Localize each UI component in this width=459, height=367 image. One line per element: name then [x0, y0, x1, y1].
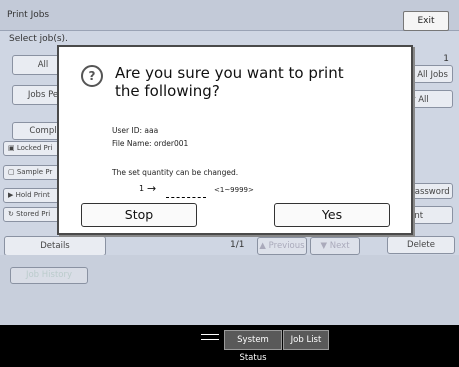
- sample-print-label: Sample Pr: [16, 168, 53, 176]
- stop-button[interactable]: Stop: [81, 203, 197, 227]
- system-status-button[interactable]: System Status: [224, 330, 282, 363]
- job-count: 1: [443, 54, 449, 64]
- select-jobs-label: Select job(s).: [9, 34, 68, 44]
- confirm-print-dialog: ? Are you sure you want to print the fol…: [57, 45, 413, 235]
- exit-button[interactable]: Exit: [403, 11, 449, 31]
- job-history-button[interactable]: Job History: [10, 267, 88, 284]
- stored-print-label: Stored Pri: [16, 210, 51, 218]
- quantity-input[interactable]: [166, 188, 206, 198]
- user-id-text: User ID: aaa: [112, 126, 159, 135]
- yes-button[interactable]: Yes: [274, 203, 390, 227]
- page-indicator: 1/1: [230, 240, 245, 250]
- next-page-button[interactable]: ▼ Next: [310, 237, 360, 255]
- title-bar: Print Jobs Exit: [0, 0, 459, 31]
- print-jobs-screen: Print Jobs Exit Select job(s). All Jobs …: [0, 0, 459, 363]
- arrow-right-icon: →: [147, 182, 157, 195]
- down-arrow-icon: ▼: [320, 241, 328, 251]
- delete-button[interactable]: Delete: [387, 236, 455, 254]
- screen-title: Print Jobs: [7, 10, 50, 20]
- lock-icon: ▣: [8, 144, 15, 152]
- status-indicator-icon: [201, 331, 221, 345]
- quantity-range: <1~9999>: [214, 186, 254, 194]
- stored-print-icon: ↻: [8, 210, 14, 218]
- hold-print-label: Hold Print: [15, 191, 50, 199]
- quantity-note: The set quantity can be changed.: [112, 168, 239, 177]
- quantity-value: 1: [139, 184, 145, 193]
- locked-print-label: Locked Pri: [16, 144, 53, 152]
- job-list-button[interactable]: Job List: [283, 330, 329, 350]
- details-button[interactable]: Details: [4, 236, 106, 256]
- previous-label: Previous: [268, 241, 305, 251]
- dialog-title: Are you sure you want to print the follo…: [115, 64, 344, 100]
- file-name-text: File Name: order001: [112, 139, 189, 148]
- up-arrow-icon: ▲: [259, 241, 266, 251]
- sample-print-icon: ▢: [8, 168, 15, 176]
- previous-page-button[interactable]: ▲ Previous: [257, 237, 307, 255]
- question-icon: ?: [81, 65, 103, 87]
- hold-print-icon: ▶: [8, 191, 14, 199]
- next-label: Next: [329, 241, 350, 251]
- bottom-panel: Job History: [0, 255, 459, 325]
